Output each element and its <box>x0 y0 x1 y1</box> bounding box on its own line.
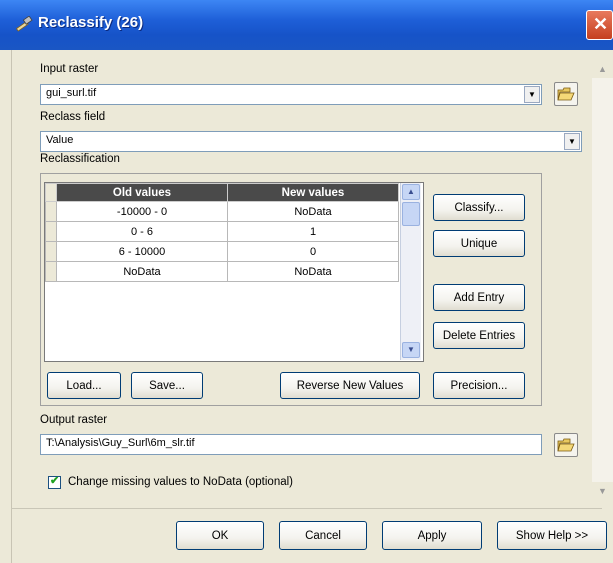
chevron-down-icon[interactable]: ▼ <box>564 133 580 150</box>
checkmark-icon: ✔ <box>50 475 60 487</box>
reclass-field-value: Value <box>46 134 74 146</box>
output-raster-value: T:\Analysis\Guy_Surl\6m_slr.tif <box>46 437 195 449</box>
open-folder-icon <box>557 87 575 101</box>
save-button[interactable]: Save... <box>131 372 203 399</box>
chevron-down-icon[interactable]: ▼ <box>524 86 540 103</box>
reclass-field-label: Reclass field <box>40 111 106 123</box>
table-scrollbar[interactable]: ▲ ▼ <box>400 183 421 360</box>
old-value-cell[interactable]: -10000 - 0 <box>56 201 228 222</box>
ok-button[interactable]: OK <box>176 521 264 550</box>
precision-button[interactable]: Precision... <box>433 372 525 399</box>
footer-divider <box>11 508 602 509</box>
old-values-header[interactable]: Old values <box>56 183 228 202</box>
input-raster-value: gui_surl.tif <box>46 87 97 99</box>
title-bar[interactable]: Reclassify (26) ✕ <box>0 0 613 50</box>
classify-button[interactable]: Classify... <box>433 194 525 221</box>
scroll-up-icon[interactable]: ▲ <box>592 60 613 78</box>
row-header[interactable] <box>45 221 57 242</box>
new-value-cell[interactable]: NoData <box>227 261 399 282</box>
table-row[interactable]: 0 - 6 1 <box>45 221 399 242</box>
open-folder-icon <box>557 438 575 452</box>
new-value-cell[interactable]: NoData <box>227 201 399 222</box>
unique-button[interactable]: Unique <box>433 230 525 257</box>
new-values-header[interactable]: New values <box>227 183 399 202</box>
output-raster-browse-button[interactable] <box>554 433 578 457</box>
table-row[interactable]: 6 - 10000 0 <box>45 241 399 262</box>
old-value-cell[interactable]: NoData <box>56 261 228 282</box>
output-raster-label: Output raster <box>40 414 108 426</box>
close-icon: ✕ <box>593 14 609 34</box>
table-row[interactable]: -10000 - 0 NoData <box>45 201 399 222</box>
reclassification-label: Reclassification <box>40 153 120 165</box>
change-missing-label[interactable]: Change missing values to NoData (optiona… <box>68 476 293 488</box>
row-header[interactable] <box>45 261 57 282</box>
reclassification-table[interactable]: Old values New values -10000 - 0 NoData … <box>44 182 424 362</box>
input-raster-field[interactable]: gui_surl.tif ▼ <box>40 84 542 105</box>
output-raster-field[interactable]: T:\Analysis\Guy_Surl\6m_slr.tif <box>40 434 542 455</box>
apply-button[interactable]: Apply <box>382 521 482 550</box>
show-help-button[interactable]: Show Help >> <box>497 521 607 550</box>
scroll-down-icon[interactable]: ▼ <box>592 482 613 500</box>
delete-entries-button[interactable]: Delete Entries <box>433 322 525 349</box>
old-value-cell[interactable]: 6 - 10000 <box>56 241 228 262</box>
load-button[interactable]: Load... <box>47 372 121 399</box>
new-value-cell[interactable]: 1 <box>227 221 399 242</box>
old-value-cell[interactable]: 0 - 6 <box>56 221 228 242</box>
close-button[interactable]: ✕ <box>586 10 613 40</box>
table-row[interactable]: NoData NoData <box>45 261 399 282</box>
row-header[interactable] <box>45 241 57 262</box>
add-entry-button[interactable]: Add Entry <box>433 284 525 311</box>
reverse-new-values-button[interactable]: Reverse New Values <box>280 372 420 399</box>
new-value-cell[interactable]: 0 <box>227 241 399 262</box>
cancel-button[interactable]: Cancel <box>279 521 367 550</box>
reclass-field-select[interactable]: Value ▼ <box>40 131 582 152</box>
corner-cell <box>45 183 57 202</box>
reclassify-dialog: Reclassify (26) ✕ ▲ ▼ Input raster gui_s… <box>0 0 613 563</box>
window-title: Reclassify (26) <box>38 14 144 31</box>
scroll-thumb[interactable] <box>402 202 420 226</box>
dialog-scrollbar[interactable]: ▲ ▼ <box>592 60 613 500</box>
input-raster-label: Input raster <box>40 63 99 75</box>
hammer-icon <box>15 16 33 32</box>
scroll-down-icon[interactable]: ▼ <box>402 342 420 358</box>
scroll-up-icon[interactable]: ▲ <box>402 184 420 200</box>
change-missing-checkbox[interactable]: ✔ <box>48 475 61 489</box>
reclass-grid: Old values New values -10000 - 0 NoData … <box>45 183 399 282</box>
input-raster-browse-button[interactable] <box>554 82 578 106</box>
row-header[interactable] <box>45 201 57 222</box>
